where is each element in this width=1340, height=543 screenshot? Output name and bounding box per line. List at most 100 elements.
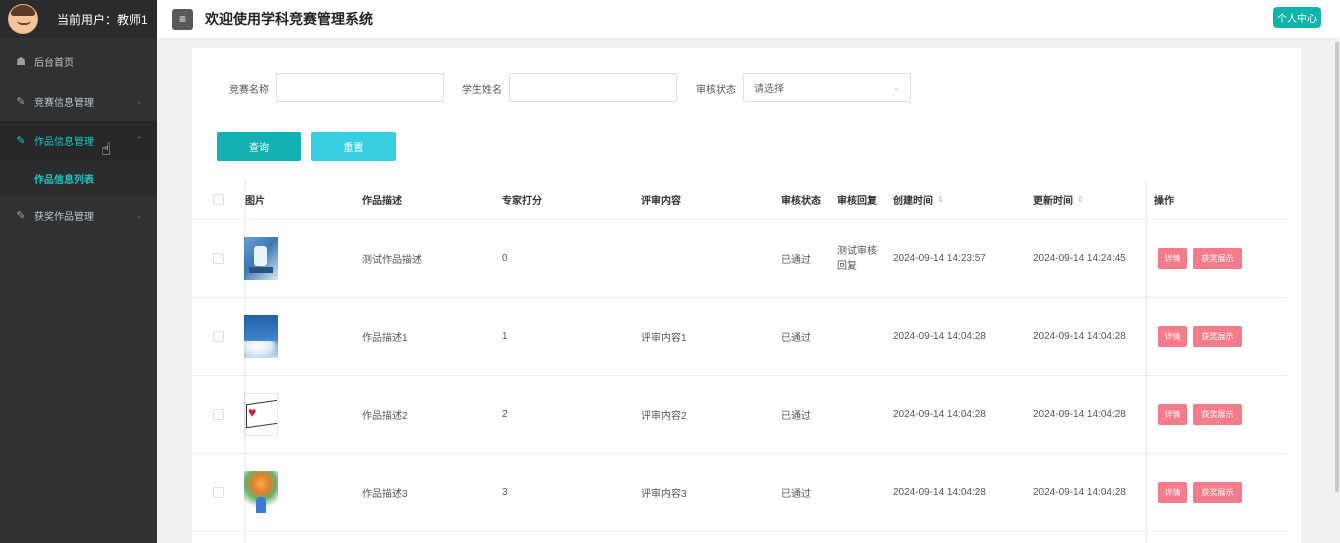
- detail-button[interactable]: 详情: [1158, 404, 1187, 425]
- award-show-button[interactable]: 获奖展示: [1193, 482, 1242, 503]
- table-row: 测试作品描述 0 已通过 测试审核回复 2024-09-14 14:23:57 …: [192, 220, 1287, 298]
- current-user-label: 当前用户：教师1: [57, 12, 148, 27]
- work-image[interactable]: [244, 237, 278, 280]
- review-content-cell: 评审内容2: [641, 411, 687, 422]
- row-checkbox[interactable]: [213, 331, 224, 342]
- query-button[interactable]: 查询: [217, 132, 301, 161]
- actions-cell: 详情 获奖展示: [1158, 220, 1248, 297]
- avatar[interactable]: [8, 4, 38, 34]
- competition-name-input[interactable]: [276, 73, 444, 102]
- sidebar-item-label: 获奖作品管理: [34, 212, 94, 223]
- work-image[interactable]: [244, 315, 278, 358]
- select-all-checkbox-cell[interactable]: [213, 180, 224, 219]
- menu-toggle-button[interactable]: ≡: [172, 8, 193, 30]
- table-row: 作品描述3 3 评审内容3 已通过 2024-09-14 14:04:28 20…: [192, 454, 1287, 532]
- review-reply-cell: [837, 376, 881, 453]
- created-at-cell: 2024-09-14 14:04:28: [893, 487, 986, 498]
- award-show-button[interactable]: 获奖展示: [1193, 404, 1242, 425]
- review-status-label: 审核状态: [696, 85, 736, 96]
- competition-name-label: 竞赛名称: [229, 85, 269, 96]
- review-reply-cell: [837, 298, 881, 375]
- pointer-cursor-icon: ☝: [101, 140, 112, 159]
- col-updated-at-label: 更新时间: [1033, 196, 1073, 207]
- description-cell: 测试作品描述: [362, 255, 422, 266]
- page-scrollbar[interactable]: [1335, 38, 1340, 543]
- sort-icon[interactable]: ⇕: [937, 195, 944, 204]
- score-cell: 0: [502, 253, 508, 264]
- col-score: 专家打分: [502, 196, 542, 207]
- description-cell: 作品描述1: [362, 333, 408, 344]
- select-all-checkbox[interactable]: [213, 194, 224, 205]
- updated-at-cell: 2024-09-14 14:04:28: [1033, 487, 1126, 498]
- edit-icon: ✎: [16, 210, 26, 222]
- col-review-content: 评审内容: [641, 196, 681, 207]
- review-reply-cell: [837, 454, 881, 531]
- row-checkbox-cell[interactable]: [213, 376, 224, 453]
- sort-icon[interactable]: ⇕: [1077, 195, 1084, 204]
- sidebar-item-works[interactable]: ✎ 作品信息管理 ⌃: [0, 121, 157, 160]
- review-content-cell: 评审内容3: [641, 489, 687, 500]
- created-at-cell: 2024-09-14 14:04:28: [893, 409, 986, 420]
- works-table: 图片 作品描述 专家打分 评审内容 审核状态 审核回复 创建时间 ⇕ 更新时间 ⇕ …: [192, 180, 1287, 543]
- work-image[interactable]: [244, 393, 278, 436]
- col-updated-at[interactable]: 更新时间 ⇕: [1033, 180, 1084, 219]
- fixed-column-shadow: [244, 180, 247, 543]
- col-created-at-label: 创建时间: [893, 196, 933, 207]
- sidebar-item-label: 后台首页: [34, 57, 74, 69]
- edit-icon: ✎: [16, 96, 26, 108]
- row-checkbox-cell[interactable]: [213, 220, 224, 297]
- row-checkbox[interactable]: [213, 253, 224, 264]
- description-cell: 作品描述2: [362, 411, 408, 422]
- personal-center-button[interactable]: 个人中心: [1273, 7, 1321, 28]
- sidebar-item-awards[interactable]: ✎ 获奖作品管理 ⌄: [0, 196, 157, 235]
- updated-at-cell: 2024-09-14 14:24:45: [1033, 253, 1126, 264]
- chevron-up-icon: ⌃: [135, 135, 143, 145]
- award-show-button[interactable]: 获奖展示: [1193, 248, 1242, 269]
- reset-button[interactable]: 重置: [311, 132, 396, 161]
- actions-cell: 详情 获奖展示: [1158, 298, 1248, 375]
- detail-button[interactable]: 详情: [1158, 326, 1187, 347]
- sidebar-item-label: 竞赛信息管理: [34, 98, 94, 109]
- sidebar-subitem-works-list[interactable]: 作品信息列表: [0, 160, 157, 196]
- review-reply-text: 测试审核回复: [837, 245, 877, 272]
- detail-button[interactable]: 详情: [1158, 482, 1187, 503]
- updated-at-cell: 2024-09-14 14:04:28: [1033, 409, 1126, 420]
- review-status-cell: 已通过: [781, 255, 811, 266]
- row-checkbox[interactable]: [213, 409, 224, 420]
- row-checkbox[interactable]: [213, 487, 224, 498]
- home-icon: ☗: [16, 55, 26, 68]
- page-title: 欢迎使用学科竞赛管理系统: [205, 11, 373, 27]
- student-name-input[interactable]: [509, 73, 677, 102]
- sidebar-item-home[interactable]: ☗ 后台首页: [0, 40, 157, 82]
- sidebar-subitem-label: 作品信息列表: [34, 174, 94, 186]
- chevron-down-icon: ⌄: [135, 210, 143, 220]
- review-status-select[interactable]: 请选择 ⌄: [743, 73, 911, 102]
- score-cell: 3: [502, 487, 508, 498]
- table-row: 作品描述1 1 评审内容1 已通过 2024-09-14 14:04:28 20…: [192, 298, 1287, 376]
- score-cell: 1: [502, 331, 508, 342]
- created-at-cell: 2024-09-14 14:04:28: [893, 331, 986, 342]
- search-form: 竞赛名称 学生姓名 审核状态 请选择 ⌄: [192, 73, 1301, 102]
- col-review-reply: 审核回复: [837, 196, 877, 207]
- detail-button[interactable]: 详情: [1158, 248, 1187, 269]
- work-image[interactable]: [244, 471, 278, 514]
- edit-icon: ✎: [16, 135, 26, 147]
- award-show-button[interactable]: 获奖展示: [1193, 326, 1242, 347]
- col-created-at[interactable]: 创建时间 ⇕: [893, 180, 944, 219]
- row-checkbox-cell[interactable]: [213, 298, 224, 375]
- sidebar-user-area: 当前用户：教师1: [0, 0, 157, 38]
- col-description: 作品描述: [362, 196, 402, 207]
- row-checkbox-cell[interactable]: [213, 454, 224, 531]
- actions-cell: 详情 获奖展示: [1158, 454, 1248, 531]
- chevron-down-icon: ⌄: [135, 96, 143, 106]
- hamburger-icon: ≡: [178, 12, 186, 26]
- description-cell: 作品描述3: [362, 489, 408, 500]
- scrollbar-thumb[interactable]: [1335, 42, 1339, 492]
- work-image-cell: [244, 220, 278, 297]
- sidebar-item-competition[interactable]: ✎ 竞赛信息管理 ⌄: [0, 82, 157, 121]
- review-status-cell: 已通过: [781, 411, 811, 422]
- chevron-down-icon: ⌄: [893, 83, 900, 92]
- review-status-cell: 已通过: [781, 333, 811, 344]
- work-image-cell: [244, 298, 278, 375]
- sidebar: 当前用户：教师1 ☗ 后台首页 ✎ 竞赛信息管理 ⌄ ✎ 作品信息管理 ⌃ 作品…: [0, 0, 157, 543]
